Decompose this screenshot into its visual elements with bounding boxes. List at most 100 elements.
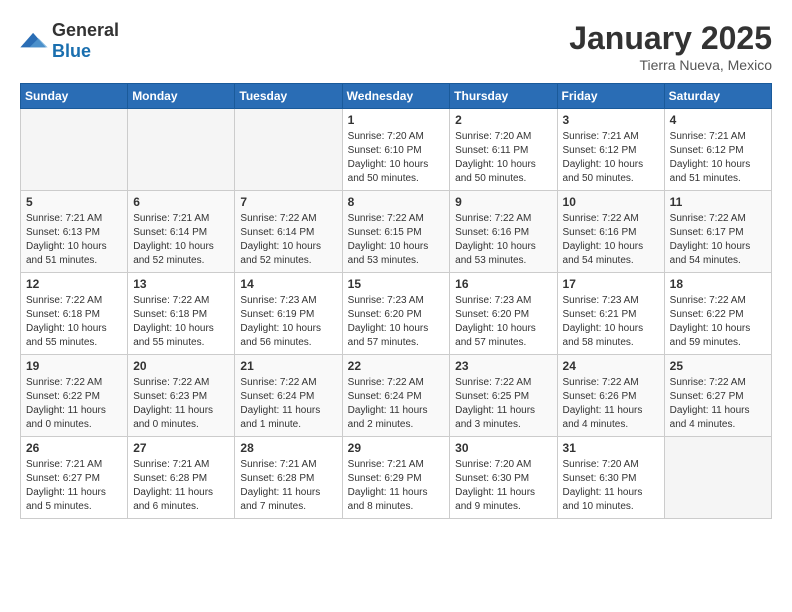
calendar-day: 20 Sunrise: 7:22 AMSunset: 6:23 PMDayligh… <box>128 355 235 437</box>
calendar-day: 16 Sunrise: 7:23 AMSunset: 6:20 PMDayligh… <box>450 273 557 355</box>
weekday-header-tuesday: Tuesday <box>235 84 342 109</box>
day-number: 16 <box>455 277 551 291</box>
day-info: Sunrise: 7:20 AMSunset: 6:11 PMDaylight:… <box>455 130 551 186</box>
day-info: Sunrise: 7:21 AMSunset: 6:13 PMDaylight:… <box>26 212 122 268</box>
calendar-day: 14 Sunrise: 7:23 AMSunset: 6:19 PMDayligh… <box>235 273 342 355</box>
calendar-day: 13 Sunrise: 7:22 AMSunset: 6:18 PMDayligh… <box>128 273 235 355</box>
calendar-week-row: 5Sunrise: 7:21 AMSunset: 6:13 PMDaylight… <box>21 191 772 273</box>
calendar-table: SundayMondayTuesdayWednesdayThursdayFrid… <box>20 83 772 519</box>
day-number: 13 <box>133 277 229 291</box>
calendar-day: 12 Sunrise: 7:22 AMSunset: 6:18 PMDayligh… <box>21 273 128 355</box>
calendar-day: 6Sunrise: 7:21 AMSunset: 6:14 PMDaylight… <box>128 191 235 273</box>
day-number: 27 <box>133 441 229 455</box>
calendar-day: 9Sunrise: 7:22 AMSunset: 6:16 PMDaylight… <box>450 191 557 273</box>
weekday-header-wednesday: Wednesday <box>342 84 450 109</box>
calendar-day <box>664 437 771 519</box>
day-info: Sunrise: 7:21 AMSunset: 6:27 PMDaylight:… <box>26 458 122 514</box>
day-number: 11 <box>670 195 766 209</box>
day-info: Sunrise: 7:22 AMSunset: 6:27 PMDaylight:… <box>670 376 766 432</box>
day-number: 4 <box>670 113 766 127</box>
day-number: 19 <box>26 359 122 373</box>
day-info: Sunrise: 7:22 AMSunset: 6:17 PMDaylight:… <box>670 212 766 268</box>
day-info: Sunrise: 7:20 AMSunset: 6:30 PMDaylight:… <box>563 458 659 514</box>
day-number: 29 <box>348 441 445 455</box>
day-number: 18 <box>670 277 766 291</box>
day-info: Sunrise: 7:21 AMSunset: 6:12 PMDaylight:… <box>670 130 766 186</box>
day-info: Sunrise: 7:22 AMSunset: 6:16 PMDaylight:… <box>455 212 551 268</box>
calendar-day: 21Sunrise: 7:22 AMSunset: 6:24 PMDayligh… <box>235 355 342 437</box>
calendar-day <box>235 109 342 191</box>
day-info: Sunrise: 7:21 AMSunset: 6:28 PMDaylight:… <box>240 458 336 514</box>
title-block: January 2025 Tierra Nueva, Mexico <box>569 20 772 73</box>
day-number: 15 <box>348 277 445 291</box>
weekday-header-saturday: Saturday <box>664 84 771 109</box>
calendar-day: 1Sunrise: 7:20 AMSunset: 6:10 PMDaylight… <box>342 109 450 191</box>
day-info: Sunrise: 7:22 AMSunset: 6:22 PMDaylight:… <box>26 376 122 432</box>
calendar-day: 5Sunrise: 7:21 AMSunset: 6:13 PMDaylight… <box>21 191 128 273</box>
calendar-day <box>21 109 128 191</box>
day-number: 30 <box>455 441 551 455</box>
day-number: 14 <box>240 277 336 291</box>
calendar-day: 31 Sunrise: 7:20 AMSunset: 6:30 PMDayligh… <box>557 437 664 519</box>
logo-icon <box>20 31 48 51</box>
weekday-header-friday: Friday <box>557 84 664 109</box>
day-info: Sunrise: 7:22 AMSunset: 6:22 PMDaylight:… <box>670 294 766 350</box>
calendar-day: 25 Sunrise: 7:22 AMSunset: 6:27 PMDayligh… <box>664 355 771 437</box>
weekday-header-row: SundayMondayTuesdayWednesdayThursdayFrid… <box>21 84 772 109</box>
calendar-day: 23 Sunrise: 7:22 AMSunset: 6:25 PMDayligh… <box>450 355 557 437</box>
page-header: General Blue January 2025 Tierra Nueva, … <box>20 20 772 73</box>
day-info: Sunrise: 7:22 AMSunset: 6:23 PMDaylight:… <box>133 376 229 432</box>
calendar-week-row: 1Sunrise: 7:20 AMSunset: 6:10 PMDaylight… <box>21 109 772 191</box>
logo: General Blue <box>20 20 119 62</box>
day-number: 24 <box>563 359 659 373</box>
day-info: Sunrise: 7:23 AMSunset: 6:20 PMDaylight:… <box>455 294 551 350</box>
day-info: Sunrise: 7:21 AMSunset: 6:14 PMDaylight:… <box>133 212 229 268</box>
day-number: 2 <box>455 113 551 127</box>
day-number: 23 <box>455 359 551 373</box>
day-number: 12 <box>26 277 122 291</box>
calendar-day: 18 Sunrise: 7:22 AMSunset: 6:22 PMDayligh… <box>664 273 771 355</box>
weekday-header-thursday: Thursday <box>450 84 557 109</box>
logo-text: General Blue <box>52 20 119 62</box>
calendar-day: 3 Sunrise: 7:21 AMSunset: 6:12 PMDaylight… <box>557 109 664 191</box>
calendar-day: 29 Sunrise: 7:21 AMSunset: 6:29 PMDayligh… <box>342 437 450 519</box>
day-info: Sunrise: 7:23 AMSunset: 6:20 PMDaylight:… <box>348 294 445 350</box>
day-info: Sunrise: 7:21 AMSunset: 6:28 PMDaylight:… <box>133 458 229 514</box>
calendar-day: 17Sunrise: 7:23 AMSunset: 6:21 PMDayligh… <box>557 273 664 355</box>
day-info: Sunrise: 7:22 AMSunset: 6:14 PMDaylight:… <box>240 212 336 268</box>
day-info: Sunrise: 7:22 AMSunset: 6:26 PMDaylight:… <box>563 376 659 432</box>
day-info: Sunrise: 7:22 AMSunset: 6:18 PMDaylight:… <box>26 294 122 350</box>
day-info: Sunrise: 7:21 AMSunset: 6:12 PMDaylight:… <box>563 130 659 186</box>
day-number: 20 <box>133 359 229 373</box>
calendar-week-row: 19 Sunrise: 7:22 AMSunset: 6:22 PMDayligh… <box>21 355 772 437</box>
calendar-day: 22 Sunrise: 7:22 AMSunset: 6:24 PMDayligh… <box>342 355 450 437</box>
day-info: Sunrise: 7:22 AMSunset: 6:18 PMDaylight:… <box>133 294 229 350</box>
day-info: Sunrise: 7:20 AMSunset: 6:30 PMDaylight:… <box>455 458 551 514</box>
day-number: 25 <box>670 359 766 373</box>
calendar-day: 2 Sunrise: 7:20 AMSunset: 6:11 PMDaylight… <box>450 109 557 191</box>
day-info: Sunrise: 7:22 AMSunset: 6:25 PMDaylight:… <box>455 376 551 432</box>
location-title: Tierra Nueva, Mexico <box>569 57 772 73</box>
calendar-day: 30 Sunrise: 7:20 AMSunset: 6:30 PMDayligh… <box>450 437 557 519</box>
month-title: January 2025 <box>569 20 772 57</box>
calendar-day: 8Sunrise: 7:22 AMSunset: 6:15 PMDaylight… <box>342 191 450 273</box>
day-number: 31 <box>563 441 659 455</box>
day-info: Sunrise: 7:23 AMSunset: 6:19 PMDaylight:… <box>240 294 336 350</box>
calendar-week-row: 12 Sunrise: 7:22 AMSunset: 6:18 PMDayligh… <box>21 273 772 355</box>
day-number: 26 <box>26 441 122 455</box>
day-info: Sunrise: 7:23 AMSunset: 6:21 PMDaylight:… <box>563 294 659 350</box>
day-number: 22 <box>348 359 445 373</box>
day-number: 21 <box>240 359 336 373</box>
calendar-week-row: 26 Sunrise: 7:21 AMSunset: 6:27 PMDayligh… <box>21 437 772 519</box>
day-number: 7 <box>240 195 336 209</box>
calendar-day: 19 Sunrise: 7:22 AMSunset: 6:22 PMDayligh… <box>21 355 128 437</box>
calendar-day: 7 Sunrise: 7:22 AMSunset: 6:14 PMDaylight… <box>235 191 342 273</box>
day-number: 3 <box>563 113 659 127</box>
day-info: Sunrise: 7:21 AMSunset: 6:29 PMDaylight:… <box>348 458 445 514</box>
day-info: Sunrise: 7:20 AMSunset: 6:10 PMDaylight:… <box>348 130 445 186</box>
calendar-day: 15 Sunrise: 7:23 AMSunset: 6:20 PMDayligh… <box>342 273 450 355</box>
calendar-day: 10Sunrise: 7:22 AMSunset: 6:16 PMDayligh… <box>557 191 664 273</box>
weekday-header-monday: Monday <box>128 84 235 109</box>
day-info: Sunrise: 7:22 AMSunset: 6:24 PMDaylight:… <box>348 376 445 432</box>
calendar-day: 27 Sunrise: 7:21 AMSunset: 6:28 PMDayligh… <box>128 437 235 519</box>
